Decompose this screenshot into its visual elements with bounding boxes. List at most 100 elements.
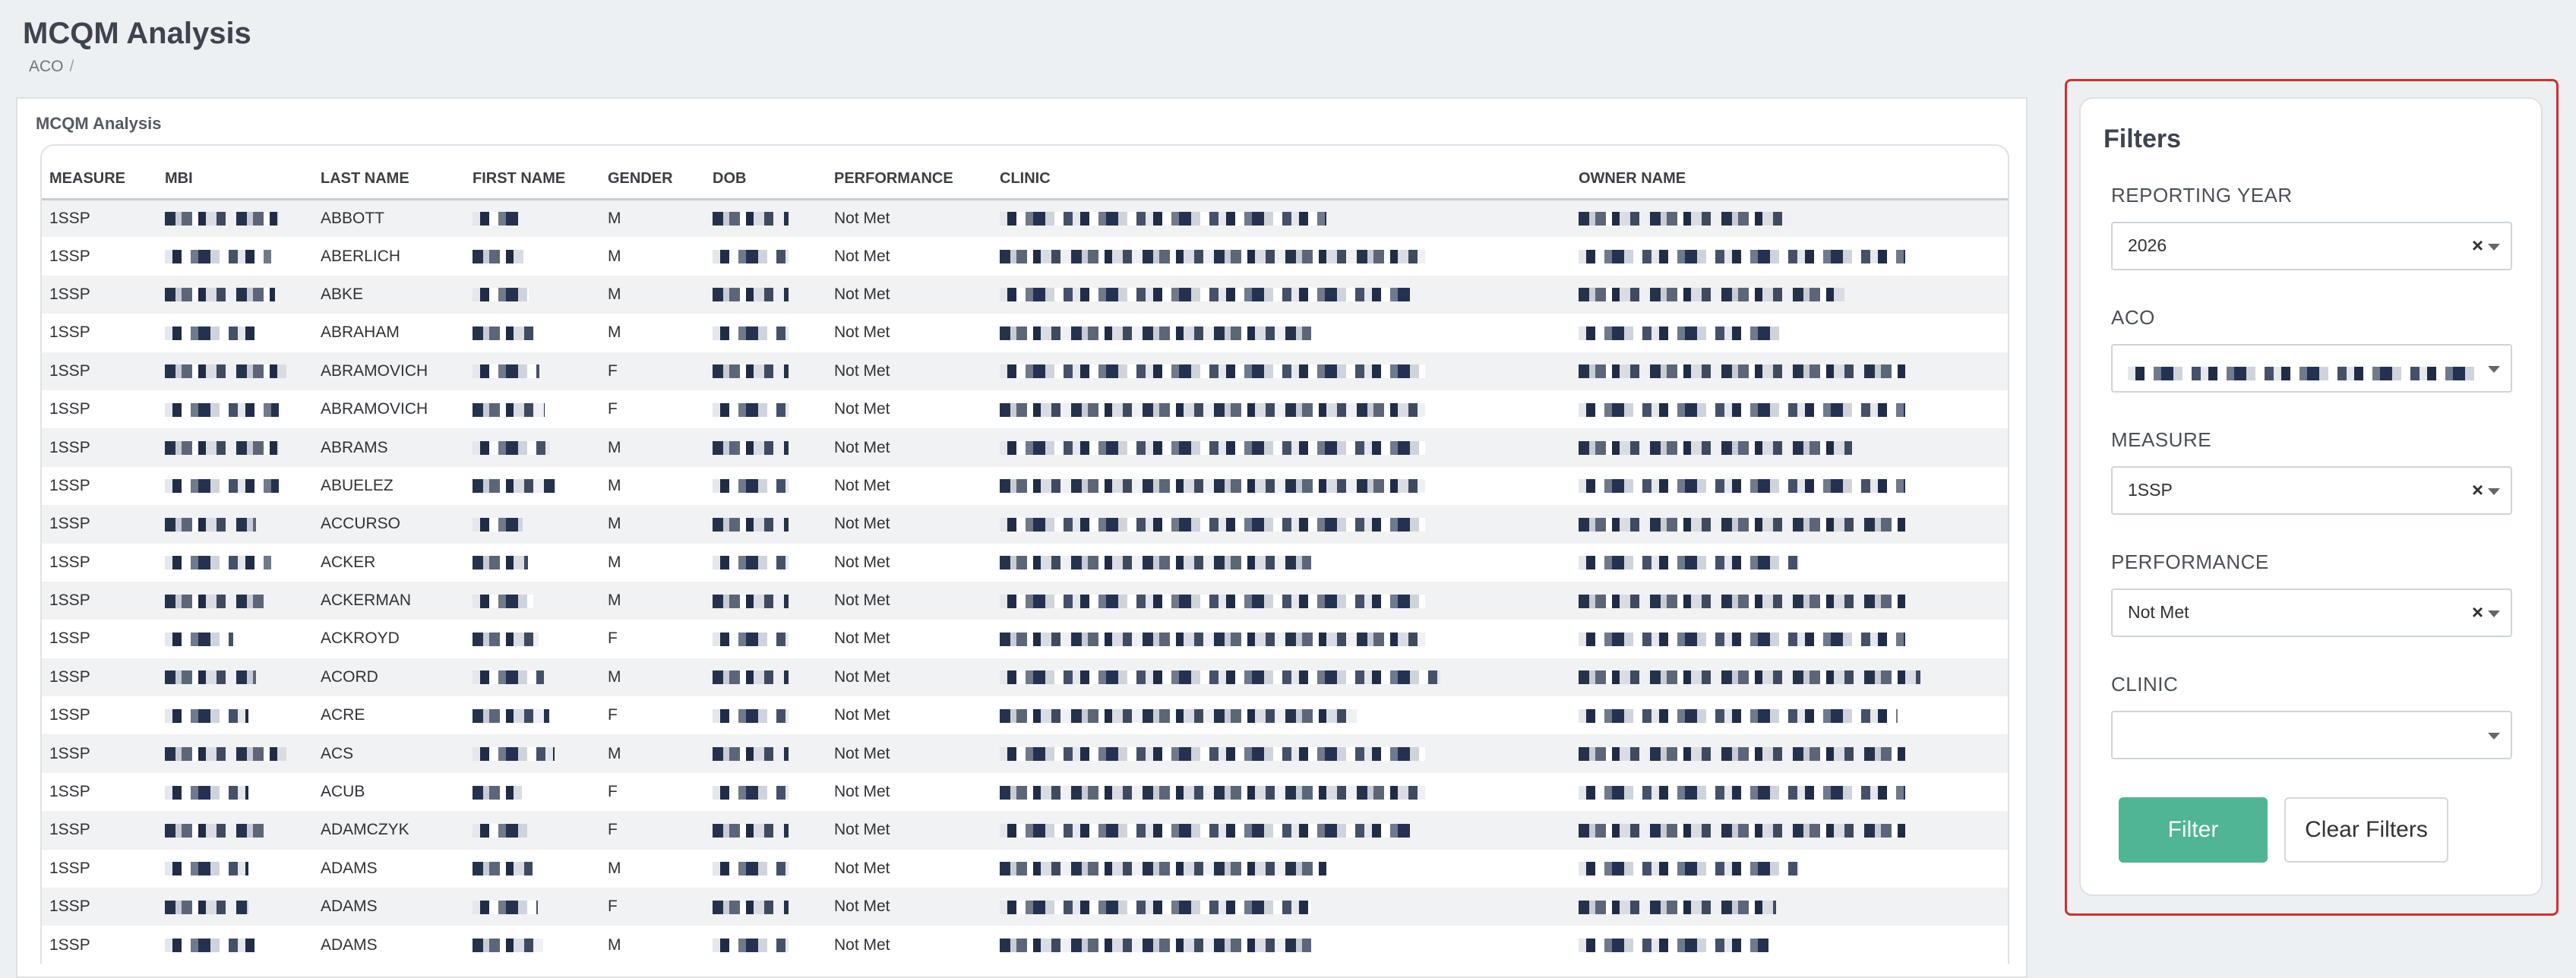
filter-button[interactable]: Filter — [2119, 797, 2268, 863]
column-header-mbi[interactable]: MBI — [157, 146, 313, 200]
table-row[interactable]: 1SSP ABERLICH M Not Met — [42, 237, 2008, 276]
cell-performance: Not Met — [834, 476, 890, 494]
cell-mbi-redacted — [157, 544, 313, 582]
measure-clear-icon[interactable]: × — [2472, 478, 2483, 502]
cell-measure: 1SSP — [49, 247, 90, 265]
table-row[interactable]: 1SSP ADAMS F Not Met — [42, 888, 2008, 926]
table-row[interactable]: 1SSP ADAMS M Not Met — [42, 849, 2008, 888]
cell-owner-redacted — [1571, 467, 2008, 505]
performance-select[interactable]: Not Met × — [2111, 588, 2512, 637]
cell-last-name: ACRE — [321, 706, 365, 724]
measure-select[interactable]: 1SSP × — [2111, 466, 2512, 515]
cell-dob-redacted — [705, 276, 827, 314]
cell-owner-redacted — [1571, 811, 2008, 849]
cell-dob-redacted — [705, 582, 827, 620]
clear-filters-button[interactable]: Clear Filters — [2284, 797, 2448, 863]
column-header-owner-name[interactable]: OWNER NAME — [1571, 146, 2008, 200]
cell-clinic-redacted — [992, 734, 1571, 772]
cell-gender: M — [608, 247, 621, 265]
cell-mbi-redacted — [157, 734, 313, 772]
column-header-clinic[interactable]: CLINIC — [992, 146, 1571, 200]
cell-owner-redacted — [1571, 237, 2008, 275]
cell-dob-redacted — [705, 773, 827, 811]
breadcrumb-item-aco[interactable]: ACO — [29, 58, 64, 75]
table-row[interactable]: 1SSP ABRAHAM M Not Met — [42, 314, 2008, 352]
table-row[interactable]: 1SSP ABKE M Not Met — [42, 275, 2008, 314]
cell-performance: Not Met — [834, 285, 890, 303]
cell-clinic-redacted — [992, 888, 1571, 926]
aco-select[interactable] — [2111, 344, 2512, 393]
cell-performance: Not Met — [834, 323, 890, 342]
table-row[interactable]: 1SSP ADAMS M Not Met — [42, 926, 2008, 964]
performance-clear-icon[interactable]: × — [2472, 601, 2483, 624]
column-header-gender[interactable]: GENDER — [600, 146, 705, 200]
cell-gender: F — [608, 898, 618, 916]
table-row[interactable]: 1SSP ACKER M Not Met — [42, 543, 2008, 582]
column-header-first-name[interactable]: FIRST NAME — [465, 146, 600, 200]
chevron-down-icon[interactable] — [2488, 244, 2500, 251]
cell-performance: Not Met — [834, 821, 890, 839]
cell-gender: M — [608, 285, 621, 303]
cell-performance: Not Met — [834, 783, 890, 801]
table-row[interactable]: 1SSP ACKROYD F Not Met — [42, 620, 2008, 658]
chevron-down-icon[interactable] — [2488, 488, 2500, 495]
table-row[interactable]: 1SSP ACRE F Not Met — [42, 696, 2008, 735]
cell-gender: M — [608, 667, 621, 686]
column-header-last-name[interactable]: LAST NAME — [313, 146, 465, 200]
cell-clinic-redacted — [992, 428, 1571, 466]
chevron-down-icon[interactable] — [2488, 610, 2500, 617]
cell-dob-redacted — [705, 811, 827, 849]
table-row[interactable]: 1SSP ABUELEZ M Not Met — [42, 466, 2008, 506]
reporting-year-label: REPORTING YEAR — [2111, 184, 2293, 207]
cell-dob-redacted — [705, 888, 827, 926]
cell-measure: 1SSP — [49, 361, 90, 380]
cell-first-name-redacted — [465, 544, 600, 582]
table-row[interactable]: 1SSP ABRAMS M Not Met — [42, 428, 2008, 467]
table-row[interactable]: 1SSP ACUB F Not Met — [42, 772, 2008, 812]
reporting-year-select[interactable]: 2026 × — [2111, 222, 2512, 270]
cell-performance: Not Met — [834, 438, 890, 456]
cell-measure: 1SSP — [49, 744, 90, 762]
cell-gender: M — [608, 592, 621, 610]
clinic-label: CLINIC — [2111, 673, 2179, 696]
cell-measure: 1SSP — [49, 476, 90, 494]
clinic-select[interactable] — [2111, 711, 2512, 759]
measure-value: 1SSP — [2128, 480, 2173, 500]
cell-first-name-redacted — [465, 237, 600, 275]
column-header-dob[interactable]: DOB — [705, 146, 827, 200]
cell-first-name-redacted — [465, 199, 600, 237]
reporting-year-clear-icon[interactable]: × — [2472, 234, 2483, 257]
cell-last-name: ACORD — [321, 667, 378, 686]
cell-clinic-redacted — [992, 237, 1571, 275]
cell-owner-redacted — [1571, 199, 2008, 237]
table-row[interactable]: 1SSP ACCURSO M Not Met — [42, 505, 2008, 544]
cell-dob-redacted — [705, 390, 827, 428]
table-row[interactable]: 1SSP ADAMCZYK F Not Met — [42, 811, 2008, 850]
cell-gender: M — [608, 515, 621, 533]
cell-performance: Not Met — [834, 515, 890, 533]
cell-performance: Not Met — [834, 629, 890, 648]
table-row[interactable]: 1SSP ABRAMOVICH F Not Met — [42, 390, 2008, 429]
cell-last-name: ABRAMS — [321, 438, 388, 456]
cell-dob-redacted — [705, 620, 827, 658]
table-row[interactable]: 1SSP ACS M Not Met — [42, 734, 2008, 773]
cell-mbi-redacted — [157, 428, 313, 466]
cell-dob-redacted — [705, 237, 827, 275]
cell-last-name: ABRAHAM — [321, 323, 400, 342]
cell-performance: Not Met — [834, 592, 890, 610]
table-row[interactable]: 1SSP ACKERMAN M Not Met — [42, 581, 2008, 620]
results-table-container: MEASURE MBI LAST NAME FIRST NAME GENDER DOB PE… — [40, 144, 2009, 964]
chevron-down-icon[interactable] — [2488, 366, 2500, 373]
column-header-performance[interactable]: PERFORMANCE — [827, 146, 992, 200]
cell-performance: Not Met — [834, 744, 890, 762]
cell-dob-redacted — [705, 926, 827, 964]
cell-gender: F — [608, 821, 618, 839]
chevron-down-icon[interactable] — [2488, 733, 2500, 740]
cell-clinic-redacted — [992, 199, 1571, 237]
column-header-measure[interactable]: MEASURE — [42, 146, 157, 200]
table-row[interactable]: 1SSP ABRAMOVICH F Not Met — [42, 352, 2008, 390]
cell-gender: F — [608, 361, 618, 380]
table-row[interactable]: 1SSP ABBOTT M Not Met — [42, 199, 2008, 238]
cell-owner-redacted — [1571, 696, 2008, 734]
table-row[interactable]: 1SSP ACORD M Not Met — [42, 658, 2008, 697]
